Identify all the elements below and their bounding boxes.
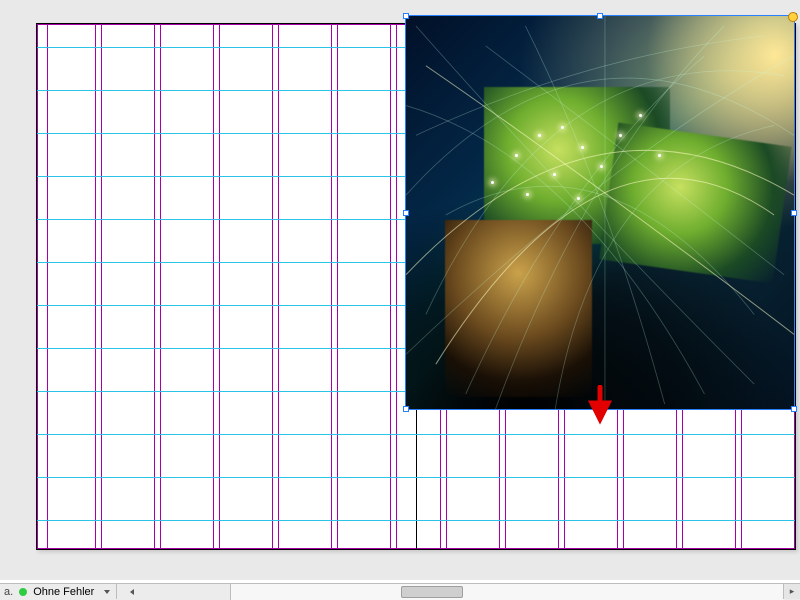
network-lines-overlay [406, 16, 794, 409]
hscroll-track[interactable] [230, 584, 784, 600]
placed-image-content[interactable] [406, 16, 794, 409]
selection-handle-nw[interactable] [403, 13, 409, 19]
page-nav-fragment[interactable]: a. [4, 586, 13, 598]
selection-handle-sw[interactable] [403, 406, 409, 412]
pasteboard[interactable] [0, 0, 800, 580]
selection-handle-w[interactable] [403, 210, 409, 216]
bottom-status-scrollbar: a. Ohne Fehler ▸ [0, 583, 800, 600]
selection-handle-n[interactable] [597, 13, 603, 19]
content-grabber-icon[interactable] [788, 12, 798, 22]
scroll-right-button[interactable]: ▸ [783, 584, 800, 599]
scroll-left-icon[interactable] [130, 589, 134, 595]
document-viewport[interactable] [0, 0, 800, 580]
preflight-status-icon[interactable] [19, 588, 27, 596]
hscroll-thumb[interactable] [401, 586, 463, 598]
placed-image-frame[interactable] [405, 15, 795, 410]
dropdown-arrow-icon[interactable] [104, 590, 110, 594]
preflight-label[interactable]: Ohne Fehler [33, 586, 94, 598]
status-bar-left: a. Ohne Fehler [0, 584, 135, 599]
selection-handle-e[interactable] [791, 210, 797, 216]
selection-handle-se[interactable] [791, 406, 797, 412]
annotation-arrow-icon [588, 385, 612, 425]
